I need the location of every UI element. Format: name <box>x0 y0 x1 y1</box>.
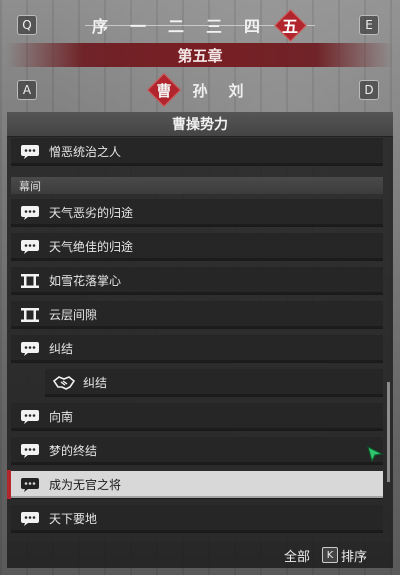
list-item[interactable]: 成为无官之将 <box>11 471 383 499</box>
list-item-label: 纠结 <box>49 342 74 356</box>
tab-chapter-3[interactable]: 三 <box>199 11 229 39</box>
list-item-label: 天气绝佳的归途 <box>49 240 134 254</box>
list-item[interactable]: 憎恶统治之人 <box>11 138 383 166</box>
key-a-button[interactable]: A <box>17 80 37 100</box>
list-item-label: 天气恶劣的归途 <box>49 206 134 220</box>
list-item-label: 云层间隙 <box>49 308 98 322</box>
panel-title: 曹操势力 <box>7 112 393 137</box>
story-list-panel: 曹操势力 憎恶统治之人 幕间 天气恶劣的归途 天气绝佳的归途 如雪花落掌心 云层间隙 纠结纠… <box>7 112 393 542</box>
list-item[interactable]: 天气恶劣的归途 <box>11 199 383 227</box>
tab-chapter-5[interactable]: 五 <box>275 11 305 39</box>
section-header: 幕间 <box>11 177 383 194</box>
list-item-label: 向南 <box>49 410 74 424</box>
list-item[interactable]: 纠结 <box>11 335 383 363</box>
handshake-icon <box>53 374 75 392</box>
speech-bubble-icon <box>19 442 41 460</box>
sort-key-icon: K <box>321 547 338 563</box>
tab-chapter-1[interactable]: 一 <box>123 11 153 39</box>
selection-marker <box>7 470 11 499</box>
tab-chapter-2[interactable]: 二 <box>161 11 191 39</box>
speech-bubble-icon <box>19 510 41 528</box>
faction-tabs: 曹孙刘 <box>140 75 260 105</box>
footer-bar: 全部 K 排序 <box>7 542 393 568</box>
speech-bubble-icon <box>19 476 41 494</box>
list-item-label: 成为无官之将 <box>49 478 122 492</box>
speech-bubble-icon <box>19 204 41 222</box>
key-q-button[interactable]: Q <box>17 15 37 35</box>
chapter-tabs: 序一二三四五 <box>85 11 315 39</box>
list-item[interactable]: 纠结 <box>45 369 383 397</box>
list-item[interactable]: 云层间隙 <box>11 301 383 329</box>
list-item[interactable]: 向南 <box>11 403 383 431</box>
list-item[interactable]: 天下要地 <box>11 505 383 533</box>
tab-chapter-0[interactable]: 序 <box>85 11 115 39</box>
speech-bubble-icon <box>19 143 41 161</box>
list-item-label: 憎恶统治之人 <box>49 145 122 159</box>
list-item[interactable]: 天气绝佳的归途 <box>11 233 383 261</box>
speech-bubble-icon <box>19 340 41 358</box>
speech-bubble-icon <box>19 408 41 426</box>
tab-faction-2[interactable]: 刘 <box>221 76 251 104</box>
cursor-arrow-icon <box>367 446 384 463</box>
key-e-button[interactable]: E <box>359 15 379 35</box>
key-d-button[interactable]: D <box>359 80 379 100</box>
film-strip-icon <box>19 306 41 324</box>
film-strip-icon <box>19 272 41 290</box>
list-item-label: 纠结 <box>83 376 108 390</box>
story-list: 憎恶统治之人 幕间 天气恶劣的归途 天气绝佳的归途 如雪花落掌心 云层间隙 纠结 纠结 向南 梦的… <box>7 138 393 542</box>
sort-button[interactable]: 排序 <box>341 546 367 565</box>
filter-all-label[interactable]: 全部 <box>284 546 310 565</box>
list-item[interactable]: 梦的终结 <box>11 437 383 465</box>
list-item[interactable]: 如雪花落掌心 <box>11 267 383 295</box>
top-navigation: Q E 序一二三四五 第五章 <box>0 0 400 72</box>
list-item-label: 天下要地 <box>49 512 98 526</box>
tab-chapter-4[interactable]: 四 <box>237 11 267 39</box>
tab-faction-1[interactable]: 孙 <box>185 76 215 104</box>
scrollbar[interactable] <box>387 382 390 482</box>
speech-bubble-icon <box>19 238 41 256</box>
chapter-title: 第五章 <box>6 43 394 67</box>
tab-faction-0[interactable]: 曹 <box>149 76 179 104</box>
list-item-label: 如雪花落掌心 <box>49 274 122 288</box>
list-item-label: 梦的终结 <box>49 444 98 458</box>
